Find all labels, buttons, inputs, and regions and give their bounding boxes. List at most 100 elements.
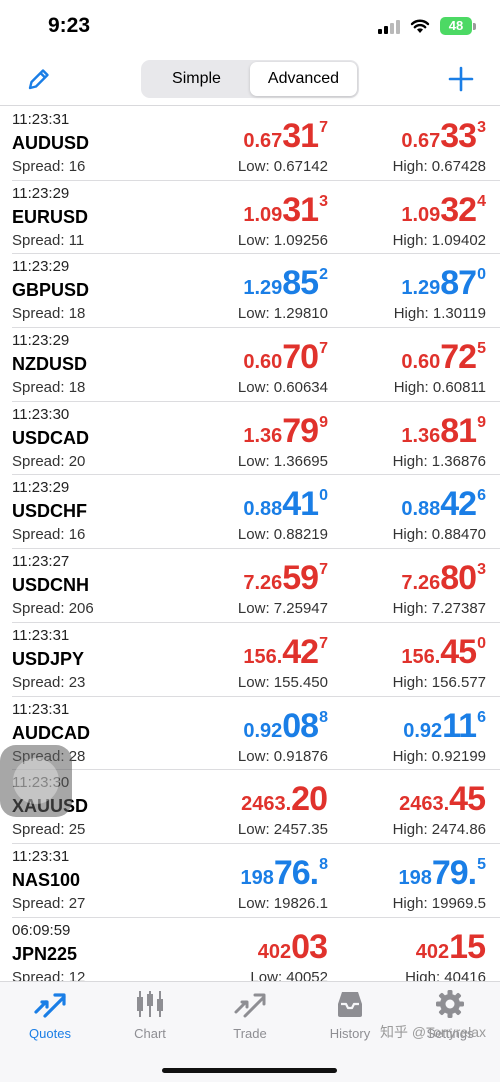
quote-row-usdjpy[interactable]: 11:23:31 USDJPY Spread: 23 156.427 156.450 Lo…: [12, 623, 500, 697]
quote-row-audusd[interactable]: 11:23:31 AUDUSD Spread: 16 0.67317 0.67333 Lo…: [12, 107, 500, 181]
quote-spread: Spread: 25: [12, 821, 86, 839]
bid-price-pips: 31: [282, 190, 319, 229]
ask-price[interactable]: 1.09324: [401, 193, 486, 227]
status-icons: 48: [378, 17, 476, 35]
bid-price-fraction: 7: [319, 634, 328, 652]
bid-price-fraction: 8: [319, 855, 328, 873]
bid-price[interactable]: 0.67317: [243, 119, 328, 153]
ask-price-fraction: 9: [477, 413, 486, 431]
settings-icon: [436, 990, 464, 1018]
bid-price[interactable]: 156.427: [243, 635, 328, 669]
quote-time: 11:23:29: [12, 258, 70, 276]
ask-price[interactable]: 1.29870: [401, 266, 486, 300]
ask-price[interactable]: 0.92116: [403, 709, 486, 743]
quote-row-gbpusd[interactable]: 11:23:29 GBPUSD Spread: 18 1.29852 1.29870 Lo…: [12, 254, 500, 329]
quote-spread: Spread: 12: [12, 968, 86, 981]
quote-high: High: 0.60811: [393, 379, 486, 397]
wifi-icon: [410, 19, 430, 33]
ask-price[interactable]: 1.36819: [401, 414, 486, 448]
assistive-touch-button[interactable]: [0, 745, 72, 817]
quote-symbol: AUDCAD: [12, 722, 90, 743]
bid-price-pips: 20: [291, 780, 328, 819]
quote-symbol: USDCNH: [12, 575, 90, 596]
quote-spread: Spread: 18: [12, 305, 86, 323]
quote-low: Low: 1.29810: [237, 305, 328, 323]
home-indicator[interactable]: [162, 1068, 337, 1073]
bid-price-pips: 79: [282, 411, 319, 450]
bid-price[interactable]: 7.26597: [243, 561, 328, 595]
bid-price-pips: 85: [282, 264, 319, 303]
bid-price-fraction: 2: [319, 266, 328, 284]
add-symbol-plus-icon[interactable]: [446, 64, 476, 94]
ask-price-pips: 33: [440, 117, 477, 155]
bid-price[interactable]: 19876.8: [240, 856, 328, 890]
ask-price[interactable]: 7.26803: [401, 561, 486, 595]
ask-price-prefix: 198: [398, 866, 432, 889]
edit-pencil-icon[interactable]: [24, 66, 54, 94]
tab-chart[interactable]: Chart: [100, 988, 200, 1048]
quote-row-xauusd[interactable]: 11:23:30XAUUSDSpread: 252463.202463.45Lo…: [12, 770, 500, 844]
quote-spread: Spread: 27: [12, 894, 86, 912]
quote-high: High: 1.09402: [392, 231, 486, 249]
ask-price[interactable]: 0.67333: [401, 119, 486, 153]
bid-price[interactable]: 0.88410: [243, 487, 328, 521]
ask-price-pips: 79.: [431, 853, 477, 892]
quote-time: 11:23:31: [12, 626, 70, 644]
ask-price-prefix: 1.36: [401, 424, 441, 447]
ask-price-prefix: 1.29: [401, 277, 441, 300]
quote-time: 11:23:27: [12, 553, 70, 571]
quote-row-jpn225[interactable]: 06:09:59 JPN225 Spread: 12 40203 40215 Low: 4…: [12, 918, 500, 981]
bid-price[interactable]: 0.92088: [243, 709, 328, 743]
quote-symbol: USDCHF: [12, 501, 87, 522]
quote-high: High: 40416: [405, 968, 486, 981]
bid-price[interactable]: 1.29852: [243, 266, 328, 300]
ask-price[interactable]: 0.88426: [401, 487, 486, 521]
ask-price-pips: 72: [440, 338, 477, 377]
segment-simple[interactable]: Simple: [143, 62, 250, 96]
ask-price-pips: 45: [440, 632, 477, 671]
quote-spread: Spread: 16: [12, 158, 86, 175]
ask-price[interactable]: 156.450: [401, 635, 486, 669]
bid-price-pips: 31: [282, 117, 319, 155]
quote-time: 11:23:31: [12, 847, 70, 865]
bid-price-prefix: 0.92: [243, 719, 283, 742]
quote-row-eurusd[interactable]: 11:23:29 EURUSD Spread: 11 1.09313 1.09324 Lo…: [12, 181, 500, 255]
ask-price[interactable]: 2463.45: [399, 782, 486, 816]
tab-quotes[interactable]: Quotes: [0, 988, 100, 1048]
battery-level: 48: [440, 17, 472, 35]
quote-low: Low: 0.88219: [237, 526, 328, 544]
ask-price-prefix: 0.67: [401, 130, 441, 152]
bid-price[interactable]: 0.60707: [243, 340, 328, 374]
bid-price[interactable]: 1.09313: [243, 193, 328, 227]
ask-price-prefix: 2463.: [399, 793, 450, 816]
quote-row-usdcnh[interactable]: 11:23:27 USDCNH Spread: 206 7.26597 7.26803 L…: [12, 549, 500, 623]
bid-price[interactable]: 1.36799: [243, 414, 328, 448]
bid-price-fraction: 7: [319, 561, 328, 579]
quote-row-audcad[interactable]: 11:23:31AUDCADSpread: 280.920880.92116Lo…: [12, 697, 500, 771]
quote-row-nzdusd[interactable]: 11:23:29 NZDUSD Spread: 18 0.60707 0.60725 Lo…: [12, 328, 500, 402]
bid-price-prefix: 1.29: [243, 277, 283, 300]
quote-row-usdcad[interactable]: 11:23:30 USDCAD Spread: 20 1.36799 1.36819 Lo…: [12, 402, 500, 476]
ask-price-fraction: 0: [477, 266, 486, 284]
bid-price-pips: 76.: [273, 853, 319, 892]
bid-price-fraction: 7: [319, 119, 328, 136]
quote-row-nas100[interactable]: 11:23:31 NAS100 Spread: 27 19876.8 19879.5 Lo…: [12, 844, 500, 918]
tab-trade[interactable]: Trade: [200, 988, 300, 1048]
quote-time: 06:09:59: [12, 921, 71, 939]
quote-time: 11:23:29: [12, 184, 70, 202]
ask-price-fraction: 6: [477, 487, 486, 505]
quote-row-usdchf[interactable]: 11:23:29 USDCHF Spread: 16 0.88410 0.88426 Lo…: [12, 475, 500, 550]
bid-price[interactable]: 2463.20: [241, 782, 328, 816]
quote-low: Low: 7.25947: [237, 600, 328, 618]
bid-price-prefix: 0.67: [243, 130, 283, 152]
ask-price[interactable]: 19879.5: [398, 856, 486, 890]
segment-advanced[interactable]: Advanced: [250, 62, 357, 96]
bid-price-prefix: 198: [240, 866, 274, 889]
tab-trade-label: Trade: [233, 1026, 267, 1041]
bid-price[interactable]: 40203: [258, 930, 328, 964]
chart-icon: [137, 991, 163, 1017]
ask-price[interactable]: 0.60725: [401, 340, 486, 374]
ask-price-fraction: 0: [477, 634, 486, 652]
ask-price-prefix: 1.09: [401, 203, 441, 226]
ask-price[interactable]: 40215: [416, 930, 486, 964]
